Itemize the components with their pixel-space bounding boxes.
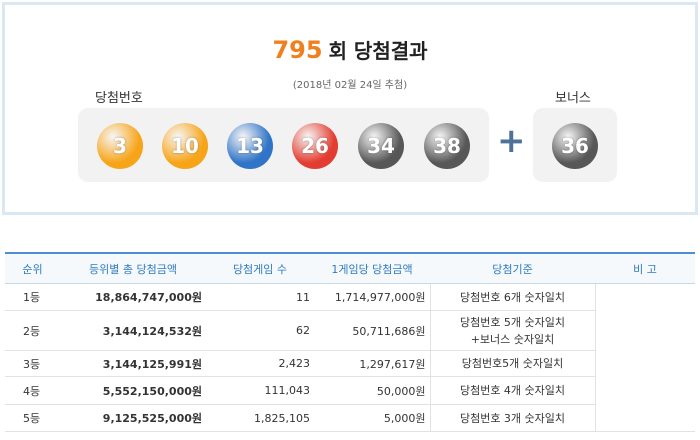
page-title: 795 회 당첨결과	[5, 35, 695, 64]
bonus-ball: 36	[552, 123, 598, 169]
total-prize-cell: 18,864,747,000원	[60, 283, 206, 311]
header-total-prize: 등위별 총 당첨금액	[60, 252, 206, 284]
criteria-cell: 당첨번호 5개 숫자일치 +보너스 숫자일치	[429, 310, 595, 351]
note-cell	[594, 283, 695, 432]
per-game-prize-cell: 1,297,617원	[314, 350, 430, 377]
rank-cell: 2등	[5, 310, 60, 351]
header-rank: 순위	[5, 252, 60, 284]
winning-numbers: 3 10 13 26 34 38	[78, 108, 489, 182]
winning-ball: 26	[292, 123, 338, 169]
bonus-number: 36	[533, 108, 617, 182]
criteria-cell: 당첨번호 4개 숫자일치	[429, 376, 595, 405]
winning-numbers-label: 당첨번호	[95, 91, 143, 106]
table-row: 3등 3,144,125,991원 2,423 1,297,617원 당첨번호5…	[5, 350, 695, 377]
rank-cell: 3등	[5, 350, 60, 377]
winner-count-cell: 111,043	[206, 376, 314, 405]
winning-ball: 10	[162, 123, 208, 169]
table-row: 1등 18,864,747,000원 11 1,714,977,000원 당첨번…	[5, 283, 695, 432]
criteria-cell: 당첨번호5개 숫자일치	[429, 350, 595, 377]
header-winner-count: 당첨게임 수	[206, 252, 314, 284]
winner-count-cell: 62	[206, 310, 314, 351]
total-prize-cell: 3,144,125,991원	[60, 350, 206, 377]
criteria-cell: 당첨번호 6개 숫자일치	[429, 283, 595, 311]
header-criteria: 당첨기준	[430, 252, 595, 284]
total-prize-cell: 9,125,525,000원	[60, 404, 206, 432]
rank-cell: 4등	[5, 376, 60, 405]
winner-count-cell: 2,423	[206, 350, 314, 377]
total-prize-cell: 5,552,150,000원	[60, 376, 206, 405]
table-row: 2등 3,144,124,532원 62 50,711,686원 당첨번호 5개…	[5, 310, 695, 351]
winning-ball: 13	[227, 123, 273, 169]
header-per-game-prize: 1게임당 당첨금액	[314, 252, 430, 284]
round-number: 795	[272, 36, 323, 64]
table-header-row: 순위 등위별 총 당첨금액 당첨게임 수 1게임당 당첨금액 당첨기준 비 고	[5, 252, 695, 284]
table-row: 5등 9,125,525,000원 1,825,105 5,000원 당첨번호 …	[5, 404, 695, 432]
per-game-prize-cell: 50,711,686원	[314, 310, 430, 351]
criteria-cell: 당첨번호 3개 숫자일치	[429, 404, 595, 432]
rank-cell: 5등	[5, 404, 60, 432]
table-row: 4등 5,552,150,000원 111,043 50,000원 당첨번호 4…	[5, 376, 695, 405]
prize-table: 순위 등위별 총 당첨금액 당첨게임 수 1게임당 당첨금액 당첨기준 비 고 …	[5, 252, 695, 432]
per-game-prize-cell: 5,000원	[314, 404, 430, 432]
winner-count-cell: 11	[206, 283, 314, 311]
winner-count-cell: 1,825,105	[206, 404, 314, 432]
rank-cell: 1등	[5, 283, 60, 311]
plus-icon: +	[497, 121, 526, 161]
winning-ball: 34	[358, 123, 404, 169]
bonus-label: 보너스	[555, 91, 591, 106]
header-note: 비 고	[595, 252, 695, 284]
winning-ball: 38	[424, 123, 470, 169]
per-game-prize-cell: 50,000원	[314, 376, 430, 405]
total-prize-cell: 3,144,124,532원	[60, 310, 206, 351]
winning-ball: 3	[97, 123, 143, 169]
title-suffix: 회 당첨결과	[328, 39, 428, 63]
per-game-prize-cell: 1,714,977,000원	[314, 283, 430, 311]
